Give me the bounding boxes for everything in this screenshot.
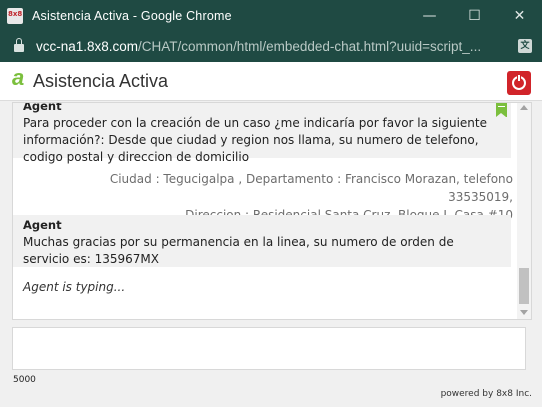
lock-icon[interactable] xyxy=(14,37,24,52)
url-host: vcc-na1.8x8.com xyxy=(36,39,139,54)
maximize-button[interactable]: ☐ xyxy=(452,0,497,31)
chat-page: a Asistencia Activa Agent Para proceder … xyxy=(0,62,542,407)
chat-header: a Asistencia Activa xyxy=(0,62,542,101)
message-text: Muchas gracias por su permanencia en la … xyxy=(23,235,454,266)
agent-message: Agent Para proceder con la creación de u… xyxy=(13,102,511,164)
brand-logo-icon: a xyxy=(12,65,25,90)
scroll-up-arrow-icon[interactable] xyxy=(520,105,528,110)
transcript-scrollbar[interactable] xyxy=(517,103,531,319)
bookmark-icon[interactable] xyxy=(496,103,507,117)
visitor-message-line: Ciudad : Tegucigalpa , Departamento : Fr… xyxy=(109,172,513,204)
end-chat-button[interactable] xyxy=(507,71,531,95)
chat-transcript[interactable]: Agent Para proceder con la creación de u… xyxy=(12,102,532,320)
close-button[interactable]: ✕ xyxy=(497,0,542,31)
minimize-button[interactable]: — xyxy=(407,0,452,31)
app-icon xyxy=(7,7,23,24)
message-sender: Agent xyxy=(23,218,62,232)
window-title: Asistencia Activa - Google Chrome xyxy=(32,8,232,23)
scrollbar-thumb[interactable] xyxy=(519,268,529,304)
typing-indicator: Agent is typing... xyxy=(23,280,126,294)
message-input[interactable] xyxy=(12,327,526,370)
translate-icon[interactable]: 文 xyxy=(518,39,532,53)
chat-title: Asistencia Activa xyxy=(33,71,169,91)
address-bar[interactable]: vcc-na1.8x8.com/CHAT/common/html/embedde… xyxy=(0,31,542,62)
agent-message: Agent Muchas gracias por su permanencia … xyxy=(13,215,511,267)
powered-by-text: powered by 8x8 Inc. xyxy=(440,389,532,399)
message-sender: Agent xyxy=(23,102,62,113)
character-limit: 5000 xyxy=(13,375,36,385)
power-icon xyxy=(512,74,526,90)
window-controls: — ☐ ✕ xyxy=(407,0,542,31)
url-text[interactable]: vcc-na1.8x8.com/CHAT/common/html/embedde… xyxy=(36,39,526,54)
browser-title-bar: Asistencia Activa - Google Chrome — ☐ ✕ xyxy=(0,0,542,31)
url-path: /CHAT/common/html/embedded-chat.html?uui… xyxy=(138,39,482,54)
message-text: Para proceder con la creación de un caso… xyxy=(23,116,487,164)
scroll-down-arrow-icon[interactable] xyxy=(520,310,528,315)
